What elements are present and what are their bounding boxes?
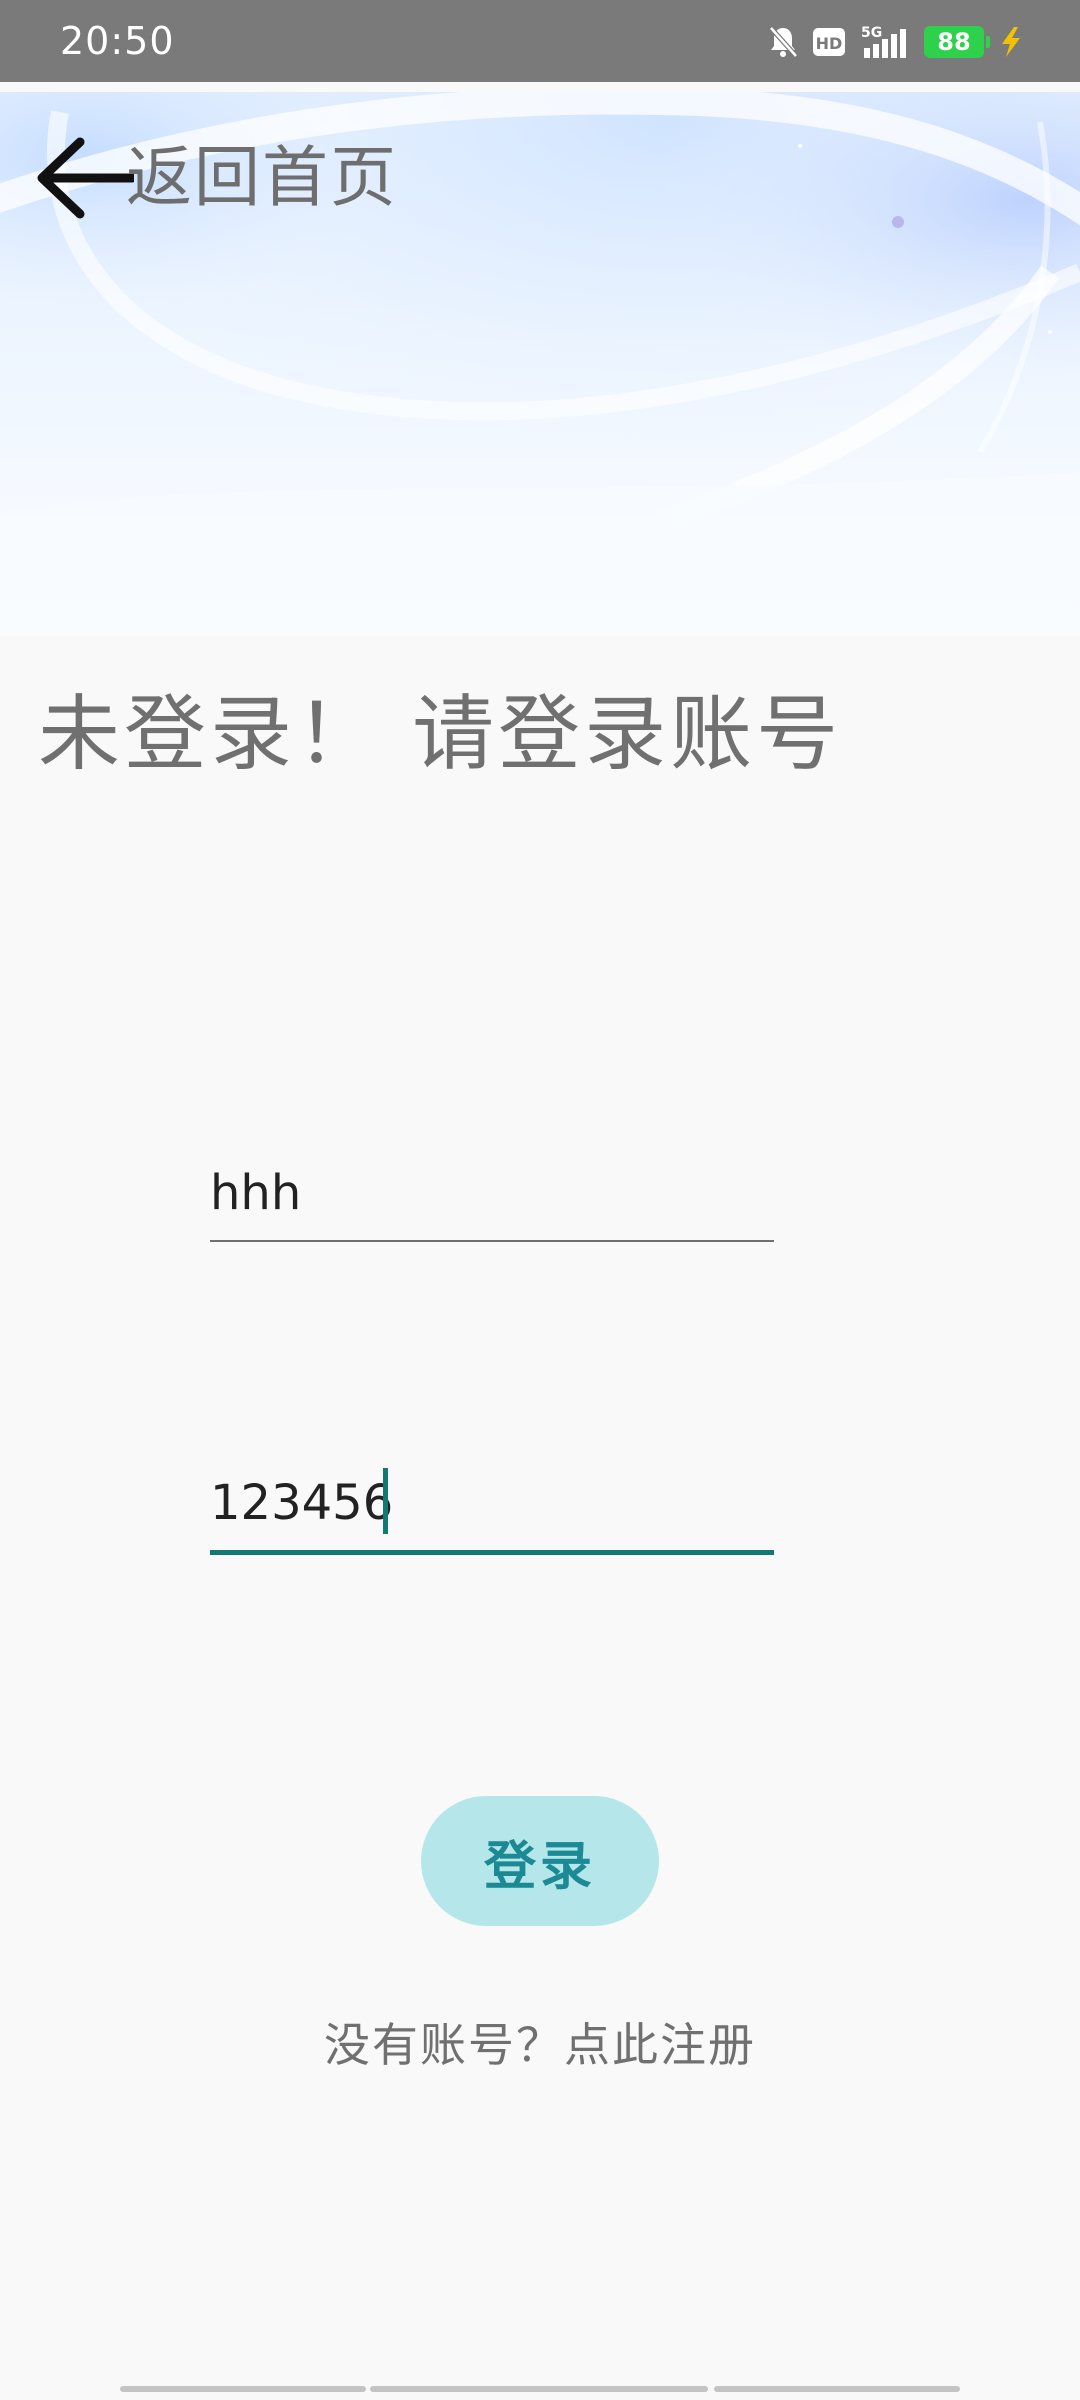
- nav-handle-right: [714, 2386, 960, 2392]
- nav-handle-center: [370, 2386, 708, 2392]
- battery-icon: 88: [924, 26, 990, 58]
- charging-bolt-icon: [998, 26, 1024, 58]
- password-field: [210, 1460, 774, 1555]
- signal-5g-icon: 5G: [860, 24, 910, 60]
- text-cursor: [383, 1468, 388, 1534]
- svg-text:5G: 5G: [861, 25, 882, 41]
- arrow-left-icon: [37, 137, 134, 219]
- svg-text:HD: HD: [816, 34, 843, 53]
- login-button[interactable]: 登录: [421, 1796, 659, 1926]
- header-banner: 返回首页: [0, 92, 1080, 636]
- back-to-home-button[interactable]: 返回首页: [30, 128, 398, 228]
- nav-handle-left: [120, 2386, 366, 2392]
- password-input[interactable]: [210, 1460, 774, 1546]
- login-status-title: 未登录！ 请登录账号: [38, 687, 843, 782]
- mute-bell-icon: [768, 25, 798, 59]
- back-to-home-label: 返回首页: [126, 139, 398, 216]
- username-input[interactable]: [210, 1150, 774, 1236]
- status-time: 20:50: [60, 19, 175, 63]
- status-bar: 20:50 HD 5G 88: [0, 0, 1080, 82]
- register-link[interactable]: 没有账号？点此注册: [0, 2010, 1080, 2080]
- hd-icon: HD: [812, 27, 846, 57]
- status-icons: HD 5G 88: [768, 20, 1024, 64]
- username-field: [210, 1150, 774, 1242]
